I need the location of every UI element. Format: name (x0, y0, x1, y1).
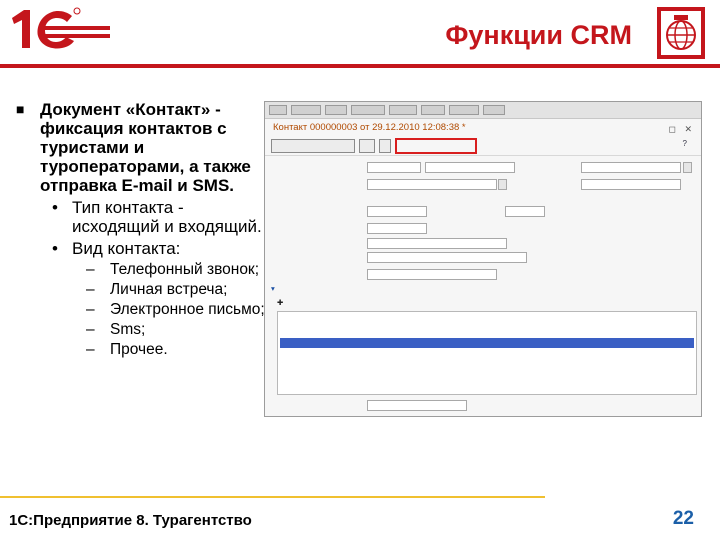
email-field[interactable] (505, 206, 545, 217)
kind-item: – Электронное письмо; (86, 301, 265, 318)
table-row[interactable] (280, 326, 296, 336)
contact-kind-field[interactable] (581, 179, 681, 190)
client-field[interactable] (367, 206, 427, 217)
footer-product-name: 1С:Предприятие 8. Турагентство (9, 512, 252, 529)
kind-item: – Личная встреча; (86, 281, 228, 298)
kind-item: – Телефонный звонок; (86, 261, 260, 278)
save-button[interactable] (359, 139, 375, 153)
subject-field[interactable] (367, 238, 507, 249)
contact-document-window: Контакт 000000003 от 29.12.2010 12:08:38… (264, 101, 702, 417)
date-field[interactable] (425, 162, 515, 173)
contact-type-field[interactable] (367, 179, 497, 190)
window-title: Контакт 000000003 от 29.12.2010 12:08:38… (273, 122, 466, 133)
bullet-main-text: Документ «Контакт» - фиксация контактов … (40, 100, 251, 195)
table-row-selected[interactable] (280, 338, 694, 348)
help-icon[interactable]: ? (683, 139, 687, 148)
bullet-contact-kind: • Вид контакта: (52, 239, 181, 258)
attachments-section: ▾ (271, 284, 275, 293)
comment-field[interactable] (367, 400, 467, 411)
1c-logo (12, 7, 110, 49)
header-divider (0, 64, 720, 68)
bullet-contact-type: • Тип контакта - исходящий и входящий. (52, 198, 262, 236)
square-bullet-icon: ■ (16, 101, 25, 117)
slide-title: Функции CRM (445, 20, 632, 50)
post-and-close-button[interactable] (271, 139, 355, 153)
attachments-toolbar[interactable]: ✚ (277, 298, 283, 307)
content-field[interactable] (367, 252, 527, 263)
bullet-main: ■ Документ «Контакт» - фиксация контакто… (14, 100, 274, 195)
author-field[interactable] (367, 269, 497, 280)
number-field[interactable] (367, 162, 421, 173)
attachments-table (277, 311, 697, 395)
responsible-field[interactable] (581, 162, 681, 173)
app-topbar (265, 102, 701, 119)
post-button[interactable] (379, 139, 391, 153)
document-toolbar: ? (265, 136, 701, 156)
kind-item: – Sms; (86, 321, 146, 338)
kind-item: – Прочее. (86, 341, 168, 358)
bullet-contact-kind-text: Вид контакта: (72, 239, 181, 258)
send-message-highlight[interactable] (395, 138, 477, 154)
footer-divider (0, 496, 545, 498)
page-number: 22 (672, 508, 694, 529)
slide-body: ■ Документ «Контакт» - фиксация контакто… (14, 100, 274, 358)
window-title-bar: Контакт 000000003 от 29.12.2010 12:08:38… (265, 119, 701, 136)
deal-field[interactable] (367, 223, 427, 234)
bullet-contact-type-text: Тип контакта - исходящий и входящий. (72, 198, 262, 236)
globe-emblem-icon (657, 7, 705, 59)
